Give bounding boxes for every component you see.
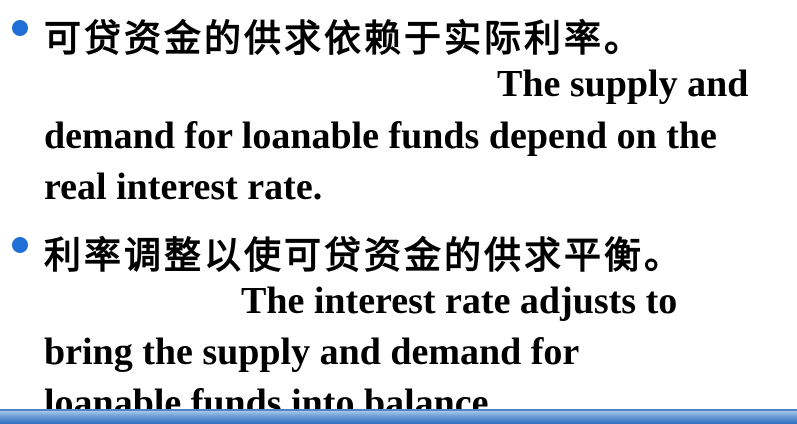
footer-bar [0, 411, 797, 424]
bullet-1-english-line-1: The supply and [497, 63, 749, 105]
bullet-dot-2 [12, 237, 28, 253]
slide: 可贷资金的供求依赖于实际利率。 The supply and demand fo… [0, 0, 797, 424]
bullet-2-english-line-2: bring the supply and demand for [44, 331, 580, 373]
bullet-1-english-line-2: demand for loanable funds depend on the [44, 115, 717, 157]
bullet-2-chinese: 利率调整以使可贷资金的供求平衡。 [44, 234, 684, 277]
bullet-dot-1 [12, 20, 28, 36]
bullet-2-english-line-1: The interest rate adjusts to [241, 280, 678, 322]
bullet-1-chinese: 可贷资金的供求依赖于实际利率。 [44, 17, 644, 60]
bullet-1-english-line-3: real interest rate. [44, 166, 323, 208]
